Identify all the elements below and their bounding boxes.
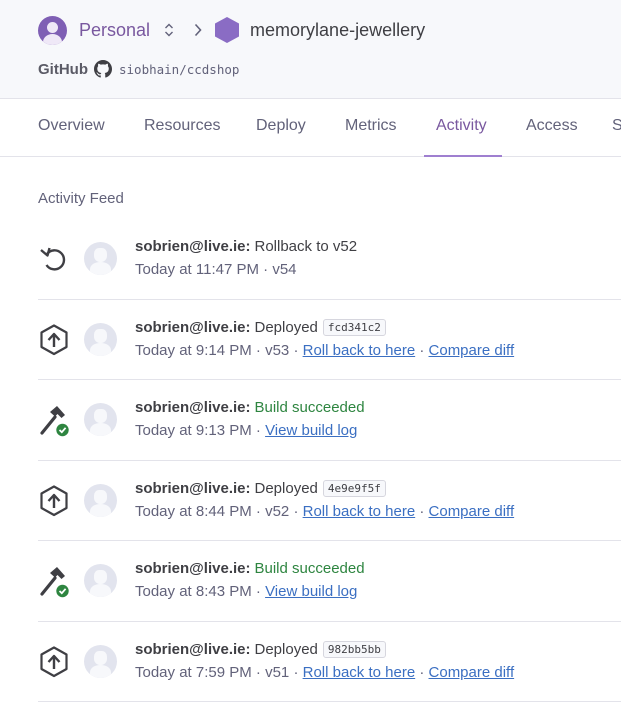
activity-action: Deployed <box>254 318 318 336</box>
activity-user: sobrien@live.ie: <box>135 238 251 255</box>
release-version: v53 <box>265 341 290 359</box>
commit-sha: fcd341c2 <box>322 318 386 336</box>
activity-user: sobrien@live.ie: <box>135 399 251 416</box>
switcher-updown-icon[interactable] <box>164 21 174 39</box>
roll-back-link[interactable]: Roll back to here <box>303 342 416 359</box>
team-avatar-icon[interactable] <box>38 15 67 45</box>
chevron-right-icon <box>194 23 202 37</box>
activity-item: sobrien@live.ie: Deployed 982bb5bb Today… <box>38 622 621 702</box>
activity-item: sobrien@live.ie: Deployed fcd341c2 Today… <box>38 300 621 380</box>
tab-access[interactable]: Access <box>526 100 578 157</box>
activity-item: sobrien@live.ie: Deployed 4e9e9f5f Today… <box>38 461 621 541</box>
team-switcher[interactable]: Personal <box>79 20 150 41</box>
release-version: v51 <box>265 663 290 681</box>
breadcrumb: Personal memorylane-jewellery <box>38 14 425 46</box>
avatar <box>84 483 117 517</box>
activity-time: Today at 8:43 PM <box>135 583 252 600</box>
activity-user: sobrien@live.ie: <box>135 560 251 577</box>
activity-action: Rollback to v52 <box>254 238 358 255</box>
github-icon <box>94 60 112 78</box>
activity-action: Deployed <box>254 640 318 658</box>
github-label: GitHub <box>38 60 88 78</box>
tab-deploy[interactable]: Deploy <box>256 100 306 157</box>
app-name[interactable]: memorylane-jewellery <box>250 20 425 41</box>
avatar <box>84 322 117 356</box>
tab-resources[interactable]: Resources <box>144 100 220 157</box>
activity-item: sobrien@live.ie: Build succeeded Today a… <box>38 541 621 622</box>
tab-overview[interactable]: Overview <box>38 100 105 157</box>
commit-sha: 4e9e9f5f <box>322 479 386 497</box>
activity-action: Deployed <box>254 479 318 497</box>
active-tab-indicator <box>424 155 502 157</box>
avatar <box>84 403 117 436</box>
compare-diff-link[interactable]: Compare diff <box>429 342 515 359</box>
app-hexagon-icon <box>215 17 240 43</box>
build-status: Build succeeded <box>254 560 365 577</box>
compare-diff-link[interactable]: Compare diff <box>429 503 515 520</box>
deploy-upload-icon <box>40 645 68 677</box>
release-version: v52 <box>265 502 290 520</box>
activity-time: Today at 8:44 PM <box>135 502 252 520</box>
roll-back-link[interactable]: Roll back to here <box>303 503 416 520</box>
build-hammer-icon <box>40 567 69 598</box>
deploy-upload-icon <box>40 323 68 355</box>
app-tabs: Overview Resources Deploy Metrics Activi… <box>0 100 621 157</box>
commit-sha: 982bb5bb <box>322 640 386 658</box>
build-status: Build succeeded <box>254 399 365 416</box>
tab-settings[interactable]: S <box>612 100 621 157</box>
app-header: Personal memorylane-jewellery GitHub sio… <box>0 0 621 99</box>
release-version: v54 <box>272 261 297 278</box>
activity-user: sobrien@live.ie: <box>135 640 251 658</box>
rollback-icon <box>40 247 66 271</box>
activity-user: sobrien@live.ie: <box>135 479 251 497</box>
avatar <box>84 644 117 678</box>
build-hammer-icon <box>40 406 69 437</box>
deploy-upload-icon <box>40 484 68 516</box>
activity-feed: sobrien@live.ie: Rollback to v52 Today a… <box>38 219 621 702</box>
activity-item: sobrien@live.ie: Rollback to v52 Today a… <box>38 219 621 300</box>
activity-feed-title: Activity Feed <box>38 190 124 207</box>
activity-user: sobrien@live.ie: <box>135 318 251 336</box>
view-build-log-link[interactable]: View build log <box>265 422 357 439</box>
compare-diff-link[interactable]: Compare diff <box>429 664 515 681</box>
roll-back-link[interactable]: Roll back to here <box>303 664 416 681</box>
avatar <box>84 564 117 597</box>
avatar <box>84 242 117 275</box>
tab-metrics[interactable]: Metrics <box>345 100 397 157</box>
activity-time: Today at 9:14 PM <box>135 341 252 359</box>
activity-time: Today at 9:13 PM <box>135 422 252 439</box>
tab-activity[interactable]: Activity <box>436 100 487 157</box>
github-connection: GitHub siobhain/ccdshop <box>38 60 239 78</box>
view-build-log-link[interactable]: View build log <box>265 583 357 600</box>
activity-item: sobrien@live.ie: Build succeeded Today a… <box>38 380 621 461</box>
activity-time: Today at 7:59 PM <box>135 663 252 681</box>
repo-link[interactable]: siobhain/ccdshop <box>119 62 239 77</box>
activity-time: Today at 11:47 PM <box>135 261 259 278</box>
